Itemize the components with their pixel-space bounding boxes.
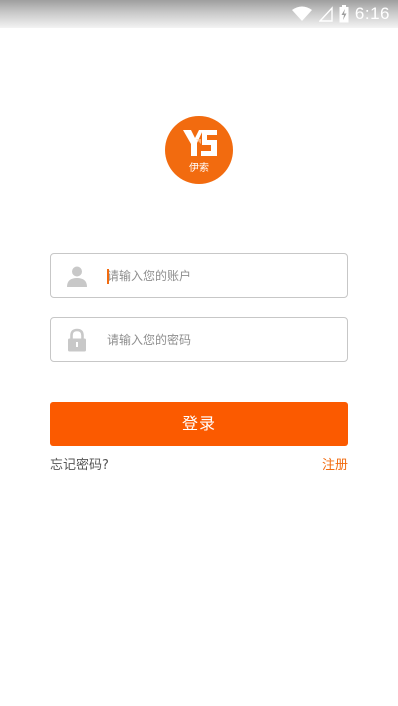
battery-charging-icon <box>339 5 349 23</box>
status-icons: 6:16 <box>291 3 390 25</box>
account-input[interactable] <box>107 254 337 297</box>
lock-icon <box>65 328 89 352</box>
signal-icon <box>318 6 333 22</box>
wifi-icon <box>291 6 313 22</box>
user-icon <box>65 264 89 288</box>
password-input[interactable] <box>107 318 337 361</box>
password-field[interactable] <box>50 317 348 362</box>
app-logo: 伊索 <box>165 116 233 184</box>
status-bar: 6:16 <box>0 0 398 28</box>
register-link[interactable]: 注册 <box>322 458 348 474</box>
status-time: 6:16 <box>354 4 390 23</box>
logo-brand-text: 伊索 <box>189 163 209 174</box>
text-cursor <box>107 269 109 284</box>
account-field[interactable] <box>50 253 348 298</box>
forgot-password-link[interactable]: 忘记密码? <box>50 458 109 474</box>
login-screen: 6:16 伊索 请输入您的账户 登录 忘记密码? 注册 <box>0 0 398 706</box>
login-button[interactable]: 登录 <box>50 402 348 446</box>
